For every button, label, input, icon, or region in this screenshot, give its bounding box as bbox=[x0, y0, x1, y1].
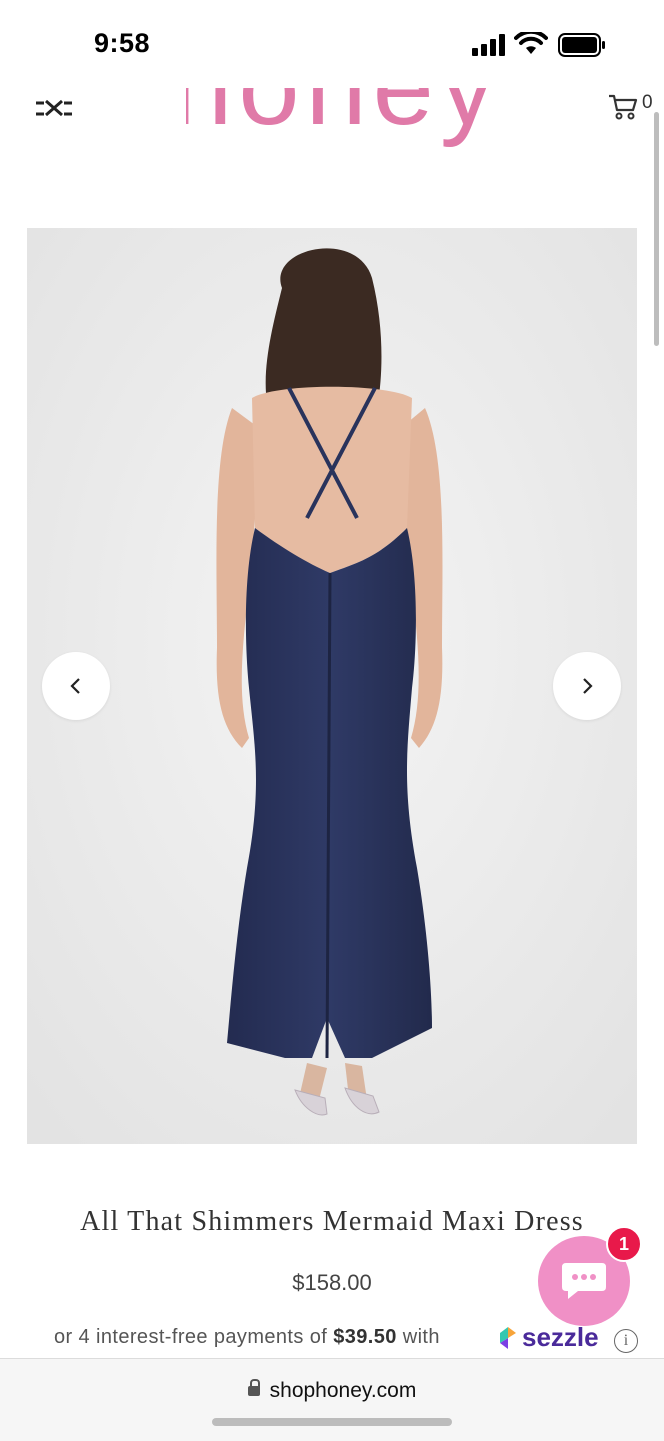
installment-text: or 4 interest-free payments of $39.50 wi… bbox=[54, 1326, 440, 1349]
sezzle-wordmark: sezzle bbox=[522, 1322, 599, 1352]
sezzle-logo[interactable]: sezzle bbox=[496, 1322, 599, 1353]
url-text: shophoney.com bbox=[269, 1379, 417, 1402]
close-menu-icon[interactable] bbox=[34, 98, 74, 118]
page-scrollbar[interactable] bbox=[654, 112, 659, 346]
browser-address-bar[interactable]: shophoney.com bbox=[0, 1358, 664, 1441]
product-title: All That Shimmers Mermaid Maxi Dress bbox=[80, 1206, 584, 1237]
home-indicator[interactable] bbox=[212, 1418, 452, 1426]
status-time: 9:58 bbox=[94, 28, 151, 58]
sezzle-mark-icon bbox=[500, 1326, 516, 1349]
chevron-right-icon bbox=[583, 678, 593, 694]
dress-photo bbox=[27, 228, 637, 1144]
installment-amount: $39.50 bbox=[333, 1326, 397, 1348]
svg-text:honey: honey bbox=[186, 88, 486, 148]
info-icon[interactable]: i bbox=[614, 1329, 638, 1353]
chat-notification-badge: 1 bbox=[606, 1226, 642, 1262]
wifi-icon bbox=[514, 32, 548, 54]
status-bar: 9:58 bbox=[0, 0, 664, 88]
product-image[interactable] bbox=[27, 228, 637, 1144]
chevron-left-icon bbox=[70, 678, 80, 694]
url-display[interactable]: shophoney.com bbox=[0, 1379, 664, 1403]
cart-count[interactable]: 0 bbox=[642, 92, 653, 114]
site-header: honey 0 bbox=[0, 88, 664, 198]
honey-logo[interactable]: honey bbox=[186, 88, 486, 164]
cellular-signal-icon bbox=[472, 34, 505, 56]
gallery-prev-button[interactable] bbox=[42, 652, 110, 720]
cart-icon[interactable] bbox=[608, 94, 638, 120]
lock-icon bbox=[247, 1379, 260, 1396]
battery-icon bbox=[558, 33, 605, 57]
gallery-next-button[interactable] bbox=[553, 652, 621, 720]
installment-suffix: with bbox=[396, 1326, 440, 1348]
chat-bubble-icon bbox=[562, 1263, 606, 1299]
installment-prefix: or 4 interest-free payments of bbox=[54, 1326, 334, 1348]
